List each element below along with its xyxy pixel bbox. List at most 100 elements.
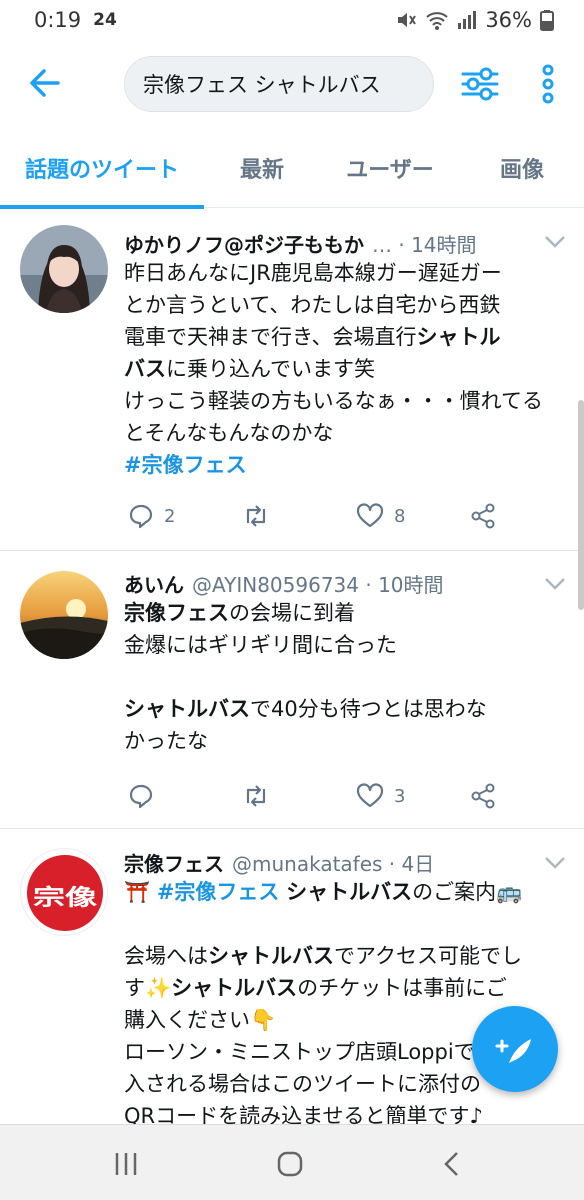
like-count: 8 (394, 505, 406, 527)
tab-images[interactable]: 画像 (460, 128, 584, 208)
avatar[interactable]: 宗像 (20, 848, 108, 936)
retweet-icon (246, 505, 266, 527)
search-tabs: 話題のツイート 最新 ユーザー 画像 (0, 128, 584, 209)
retweet-button[interactable] (242, 503, 280, 529)
tweet-header: あいん @AYIN80596734 · 10時間 (124, 569, 564, 598)
text-segment: バス (124, 357, 166, 381)
tab-latest[interactable]: 最新 (204, 128, 320, 208)
share-button[interactable] (470, 783, 496, 809)
nav-back-icon[interactable] (442, 1150, 462, 1178)
text-segment: す✨ (124, 976, 172, 1000)
search-input[interactable]: 宗像フェス シャトルバス (124, 56, 434, 112)
tweet-text-line: 電車で天神まで行き、会場直行シャトル (124, 321, 560, 353)
text-segment: シャトルバス (208, 944, 334, 968)
text-segment: でアクセス可能でし (334, 944, 522, 968)
text-segment: に乗り込んでいます笑 (166, 357, 375, 381)
tweet-text: 昨日あんなにJR鹿児島本線ガー遅延ガー とか言うといて、わたしは自宅から西鉄 電車で… (124, 257, 560, 481)
reply-button[interactable]: 2 (128, 503, 175, 529)
wifi-icon (426, 12, 448, 30)
avatar[interactable] (20, 225, 108, 313)
avatar[interactable] (20, 571, 108, 659)
text-segment: シャトルバス (124, 697, 250, 721)
reply-button[interactable] (128, 783, 164, 809)
tab-label: 話題のツイート (24, 158, 179, 183)
scrollbar[interactable] (578, 400, 584, 610)
battery-icon (540, 10, 554, 31)
tweet-text-line: #宗像フェス (124, 449, 560, 481)
tweet-meta: … · 14時間 (372, 233, 477, 257)
text-segment: とそんなもんなのかな (124, 421, 334, 445)
home-icon[interactable] (276, 1150, 304, 1178)
filter-sliders-icon[interactable] (460, 64, 500, 104)
avatar-logo-text: 宗像 (33, 885, 98, 911)
tweet-text-line: とか言うといて、わたしは自宅から西鉄 (124, 289, 560, 321)
tweet-text-line: ⛩️ #宗像フェス シャトルバスのご案内🚌 (124, 876, 560, 908)
like-button[interactable]: 3 (356, 783, 405, 809)
tweet-text-line: す✨シャトルバスのチケットは事前にご (124, 972, 560, 1004)
search-query: 宗像フェス シャトルバス (143, 73, 381, 97)
chevron-down-icon[interactable] (544, 235, 566, 249)
reply-icon (129, 504, 153, 529)
tab-users[interactable]: ユーザー (320, 128, 460, 208)
tweet-header: 宗像フェス @munakatafes · 4日 (124, 848, 564, 877)
hashtag-link[interactable]: #宗像フェス (157, 880, 280, 904)
reply-count: 2 (164, 505, 176, 527)
status-time: 0:19 (34, 8, 82, 32)
text-segment: 電車で天神まで行き、会場直行 (124, 325, 417, 349)
share-icon (471, 503, 495, 529)
hashtag-link[interactable]: #宗像フェス (124, 453, 247, 477)
like-button[interactable]: 8 (356, 503, 405, 529)
chevron-down-icon[interactable] (544, 856, 566, 870)
tweet-text-line: 金爆にはギリギリ間に合った (124, 629, 560, 661)
text-segment: けっこう軽装の方もいるなぁ・・・慣れてる (124, 389, 543, 413)
display-name[interactable]: ゆかりノフ@ポジ子ももか (124, 229, 364, 258)
tweet-text-line: けっこう軽装の方もいるなぁ・・・慣れてる (124, 385, 560, 417)
retweet-button[interactable] (242, 783, 280, 809)
text-segment: シャトル (416, 325, 501, 349)
back-arrow-icon[interactable] (28, 66, 62, 100)
text-segment: かったな (124, 729, 208, 753)
text-segment: で40分も待つとは思わな (250, 697, 487, 721)
text-segment: のチケットは事前にご (297, 976, 507, 1000)
text-segment: QRコードを読み込ませると簡単です♪ (124, 1104, 483, 1124)
tweet-text-line: QRコードを読み込ませると簡単です♪ (124, 1100, 560, 1124)
retweet-icon (246, 785, 266, 807)
tweet-item[interactable]: あいん @AYIN80596734 · 10時間 宗像フェスの会場に到着 金爆には… (0, 551, 584, 829)
text-segment: 昨日あんなにJR鹿児島本線ガー遅延ガー (124, 261, 502, 285)
system-nav-bar (0, 1124, 584, 1200)
display-name[interactable]: あいん (124, 569, 184, 598)
text-segment: ローソン・ミニストップ店頭Loppiで購 (124, 1040, 496, 1064)
text-segment: 購入ください👇 (124, 1008, 277, 1032)
share-icon (471, 783, 495, 809)
more-vertical-icon[interactable] (536, 64, 560, 104)
compose-tweet-icon (495, 1039, 531, 1063)
text-segment: シャトルバス (286, 880, 413, 904)
text-segment: のご案内🚌 (412, 880, 523, 904)
tweet-text-line: かったな (124, 725, 560, 757)
share-button[interactable] (470, 503, 496, 529)
tab-top-tweets[interactable]: 話題のツイート (0, 128, 204, 209)
text-segment: とか言うといて、わたしは自宅から西鉄 (124, 293, 501, 317)
tab-label: ユーザー (346, 158, 434, 183)
tweet-actions: 3 (124, 783, 504, 815)
text-segment: 入される場合はこのツイートに添付の (124, 1072, 481, 1096)
like-count: 3 (394, 785, 406, 807)
tweet-meta: @munakatafes · 4日 (232, 852, 435, 876)
tweet-text-line: 昨日あんなにJR鹿児島本線ガー遅延ガー (124, 257, 560, 289)
tweet-actions: 2 8 (124, 503, 504, 535)
chevron-down-icon[interactable] (544, 577, 566, 591)
text-segment: 会場へは (124, 944, 208, 968)
tweet-item[interactable]: ゆかりノフ@ポジ子ももか … · 14時間 昨日あんなにJR鹿児島本線ガー遅延ガ… (0, 209, 584, 551)
status-badge: 24 (93, 10, 117, 30)
tweet-text-line (124, 908, 560, 940)
display-name[interactable]: 宗像フェス (124, 848, 224, 877)
text-segment: の会場に到着 (229, 601, 355, 625)
mute-icon (398, 13, 417, 27)
battery-percentage: 36% (485, 8, 532, 32)
tweet-text-line: 会場へはシャトルバスでアクセス可能でし (124, 940, 560, 972)
recent-apps-icon[interactable] (112, 1151, 140, 1177)
text-segment: 金爆にはギリギリ間に合った (124, 633, 397, 657)
text-segment: シャトルバス (171, 976, 298, 1000)
tweet-text-line: とそんなもんなのかな (124, 417, 560, 449)
compose-tweet-button[interactable] (472, 1006, 558, 1092)
